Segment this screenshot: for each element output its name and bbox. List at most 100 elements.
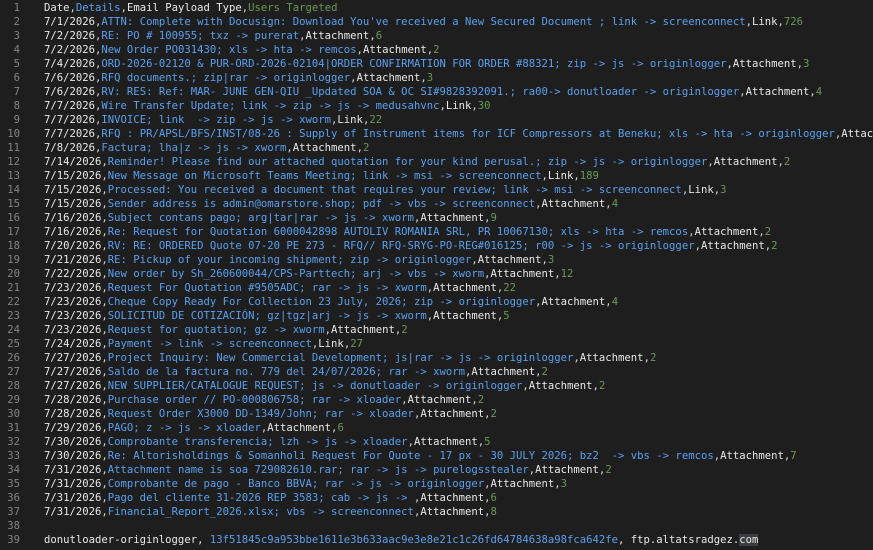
line-content: 7/23/2026,Request For Quotation #9505ADC… <box>44 281 516 295</box>
users-targeted-cell: 8 <box>490 506 497 518</box>
line-number: 39 <box>7 534 20 546</box>
csv-data-line[interactable]: 4 7/2/2026,New Order PO031430; xls -> hta… <box>0 43 873 57</box>
blank-line[interactable]: 38 <box>0 519 873 533</box>
details-cell: Request For Quotation #9505ADC; rar -> j… <box>107 282 427 294</box>
details-cell: Request for quotation; gz -> xworm <box>107 324 325 336</box>
csv-data-line[interactable]: 8 7/7/2026,Wire Transfer Update; link -> … <box>0 99 873 113</box>
users-targeted-cell: 4 <box>815 86 823 98</box>
line-number: 14 <box>7 184 20 196</box>
line-content: 7/15/2026,Sender address is admin@omarst… <box>44 197 618 211</box>
csv-data-line[interactable]: 11 7/8/2026,Factura; lha|z -> js -> xworm… <box>0 141 873 155</box>
details-cell: Factura; lha|z -> js -> xworm <box>101 142 287 154</box>
line-number: 16 <box>7 212 20 224</box>
csv-data-line[interactable]: 2 7/1/2026,ATTN: Complete with Docusign: … <box>0 15 873 29</box>
csv-data-line[interactable]: 36 7/31/2026,Pago del cliente 31-2026 REP… <box>0 491 873 505</box>
csv-data-line[interactable]: 5 7/4/2026,ORD-2026-02120 & PUR-ORD-2026-… <box>0 57 873 71</box>
csv-data-line[interactable]: 18 7/20/2026,RV: RE: ORDERED Quote 07-20 … <box>0 239 873 253</box>
users-targeted-cell: 3 <box>720 184 727 196</box>
date-cell: 7/24/2026 <box>44 338 102 350</box>
csv-data-line[interactable]: 32 7/30/2026,Comprobante transferencia; l… <box>0 435 873 449</box>
date-cell: 7/1/2026 <box>44 16 96 28</box>
line-content: 7/7/2026,INVOICE; link -> zip -> js -> x… <box>44 113 382 127</box>
line-content: 7/29/2026,PAGO; z -> js -> xloader,Attac… <box>44 421 344 435</box>
csv-data-line[interactable]: 14 7/15/2026,Processed: You received a do… <box>0 183 873 197</box>
line-number: 7 <box>13 86 20 98</box>
csv-data-line[interactable]: 23 7/23/2026,SOLICITUD DE COTIZACIÓN; gz|… <box>0 309 873 323</box>
line-content: 7/16/2026,Re: Request for Quotation 6000… <box>44 225 771 239</box>
csv-data-line[interactable]: 26 7/27/2026,Project Inquiry: New Commerc… <box>0 351 873 365</box>
csv-data-line[interactable]: 13 7/15/2026,New Message on Microsoft Tea… <box>0 169 873 183</box>
payload-type-cell: Attachment <box>490 478 555 490</box>
payload-type-cell: Attachment <box>471 366 536 378</box>
line-number: 1 <box>13 2 20 14</box>
payload-type-cell: Link <box>318 338 344 350</box>
line-number: 4 <box>13 44 20 56</box>
users-targeted-cell: 2 <box>605 464 612 476</box>
csv-data-line[interactable]: 28 7/27/2026,NEW SUPPLIER/CATALOGUE REQUE… <box>0 379 873 393</box>
payload-type-cell: Link <box>688 184 714 196</box>
ioc-line[interactable]: 39 donutloader-originlogger, 13f51845c9a9… <box>0 533 873 547</box>
line-number: 24 <box>7 324 20 336</box>
csv-data-line[interactable]: 27 7/27/2026,Saldo de la factura no. 779 … <box>0 365 873 379</box>
line-content: Date,Details,Email Payload Type,Users Ta… <box>44 1 337 15</box>
csv-data-line[interactable]: 19 7/21/2026,RE: Pickup of your incoming … <box>0 253 873 267</box>
csv-data-line[interactable]: 34 7/31/2026,Attachment name is soa 72908… <box>0 463 873 477</box>
details-cell: ORD-2026-02120 & PUR-ORD-2026-02104|ORDE… <box>101 58 727 70</box>
text-editor[interactable]: 1 Date,Details,Email Payload Type,Users T… <box>0 0 873 550</box>
line-content: 7/2/2026,RE: PO # 100955; txz -> purerat… <box>44 29 382 43</box>
payload-type-cell: Attachment <box>579 352 644 364</box>
csv-data-line[interactable]: 30 7/28/2026,Request Order X3000 DD-1349/… <box>0 407 873 421</box>
csv-data-line[interactable]: 22 7/23/2026,Cheque Copy Ready For Collec… <box>0 295 873 309</box>
csv-data-line[interactable]: 25 7/24/2026,Payment -> link -> screencon… <box>0 337 873 351</box>
csv-data-line[interactable]: 33 7/30/2026,Re: Altorisholdings & Somanh… <box>0 449 873 463</box>
date-cell: 7/2/2026 <box>44 30 96 42</box>
details-cell: Sender address is admin@omarstore.shop; … <box>107 198 536 210</box>
csv-data-line[interactable]: 17 7/16/2026,Re: Request for Quotation 60… <box>0 225 873 239</box>
csv-data-line[interactable]: 3 7/2/2026,RE: PO # 100955; txz -> purera… <box>0 29 873 43</box>
line-number: 18 <box>7 240 20 252</box>
csv-data-line[interactable]: 35 7/31/2026,Comprobante de pago - Banco … <box>0 477 873 491</box>
csv-data-line[interactable]: 24 7/23/2026,Request for quotation; gz ->… <box>0 323 873 337</box>
date-cell: 7/15/2026 <box>44 170 102 182</box>
line-number: 10 <box>7 128 20 140</box>
users-targeted-cell: 2 <box>401 324 408 336</box>
csv-data-line[interactable]: 16 7/16/2026,Subject contans pago; arg|ta… <box>0 211 873 225</box>
line-number: 19 <box>7 254 20 266</box>
users-targeted-cell: 3 <box>426 72 434 84</box>
csv-data-line[interactable]: 21 7/23/2026,Request For Quotation #9505A… <box>0 281 873 295</box>
payload-type-cell: Attachment <box>420 492 485 504</box>
date-cell: 7/28/2026 <box>44 408 102 420</box>
payload-type-cell: Link <box>752 16 778 28</box>
payload-type-cell: Attachment <box>413 436 478 448</box>
date-cell: 7/31/2026 <box>44 478 102 490</box>
details-cell: Subject contans pago; arg|tar|rar -> js … <box>107 212 414 224</box>
line-content: 7/31/2026,Financial_Report_2026.xlsx; vb… <box>44 505 497 519</box>
csv-data-line[interactable]: 31 7/29/2026,PAGO; z -> js -> xloader,Att… <box>0 421 873 435</box>
csv-data-line[interactable]: 37 7/31/2026,Financial_Report_2026.xlsx; … <box>0 505 873 519</box>
date-cell: 7/20/2026 <box>44 240 102 252</box>
csv-data-line[interactable]: 15 7/15/2026,Sender address is admin@omar… <box>0 197 873 211</box>
csv-header-line[interactable]: 1 Date,Details,Email Payload Type,Users T… <box>0 1 873 15</box>
details-cell: Saldo de la factura no. 779 del 24/07/20… <box>107 366 465 378</box>
csv-data-line[interactable]: 20 7/22/2026,New order by Sh_260600044/CP… <box>0 267 873 281</box>
details-cell: Wire Transfer Update; link -> zip -> js … <box>101 100 440 112</box>
csv-data-line[interactable]: 10 7/7/2026,RFQ : PR/APSL/BFS/INST/08-26 … <box>0 127 873 141</box>
csv-data-line[interactable]: 29 7/28/2026,Purchase order // PO-0008067… <box>0 393 873 407</box>
csv-data-line[interactable]: 12 7/14/2026,Reminder! Please find our at… <box>0 155 873 169</box>
users-targeted-cell: 4 <box>611 296 619 308</box>
payload-type-cell: Attachment <box>720 450 784 462</box>
line-number: 37 <box>7 506 20 518</box>
payload-type-cell: Attachment <box>267 422 332 434</box>
csv-data-line[interactable]: 7 7/6/2026,RV: RES: Ref: MAR- JUNE GEN-QI… <box>0 85 873 99</box>
date-cell: 7/7/2026 <box>44 100 96 112</box>
line-content: 7/28/2026,Purchase order // PO-000806758… <box>44 393 484 407</box>
line-number: 6 <box>13 72 20 84</box>
details-cell: Processed: You received a document that … <box>107 184 682 196</box>
payload-type-cell: Attachment <box>305 30 370 42</box>
column-header: Date <box>44 2 70 14</box>
csv-data-line[interactable]: 6 7/6/2026,RFQ documents.; zip|rar -> ori… <box>0 71 873 85</box>
details-cell: RFQ documents.; zip|rar -> originlogger <box>101 72 351 84</box>
payload-type-cell: Attachment <box>477 254 542 266</box>
csv-data-line[interactable]: 9 7/7/2026,INVOICE; link -> zip -> js -> … <box>0 113 873 127</box>
details-cell: Cheque Copy Ready For Collection 23 July… <box>107 296 536 308</box>
